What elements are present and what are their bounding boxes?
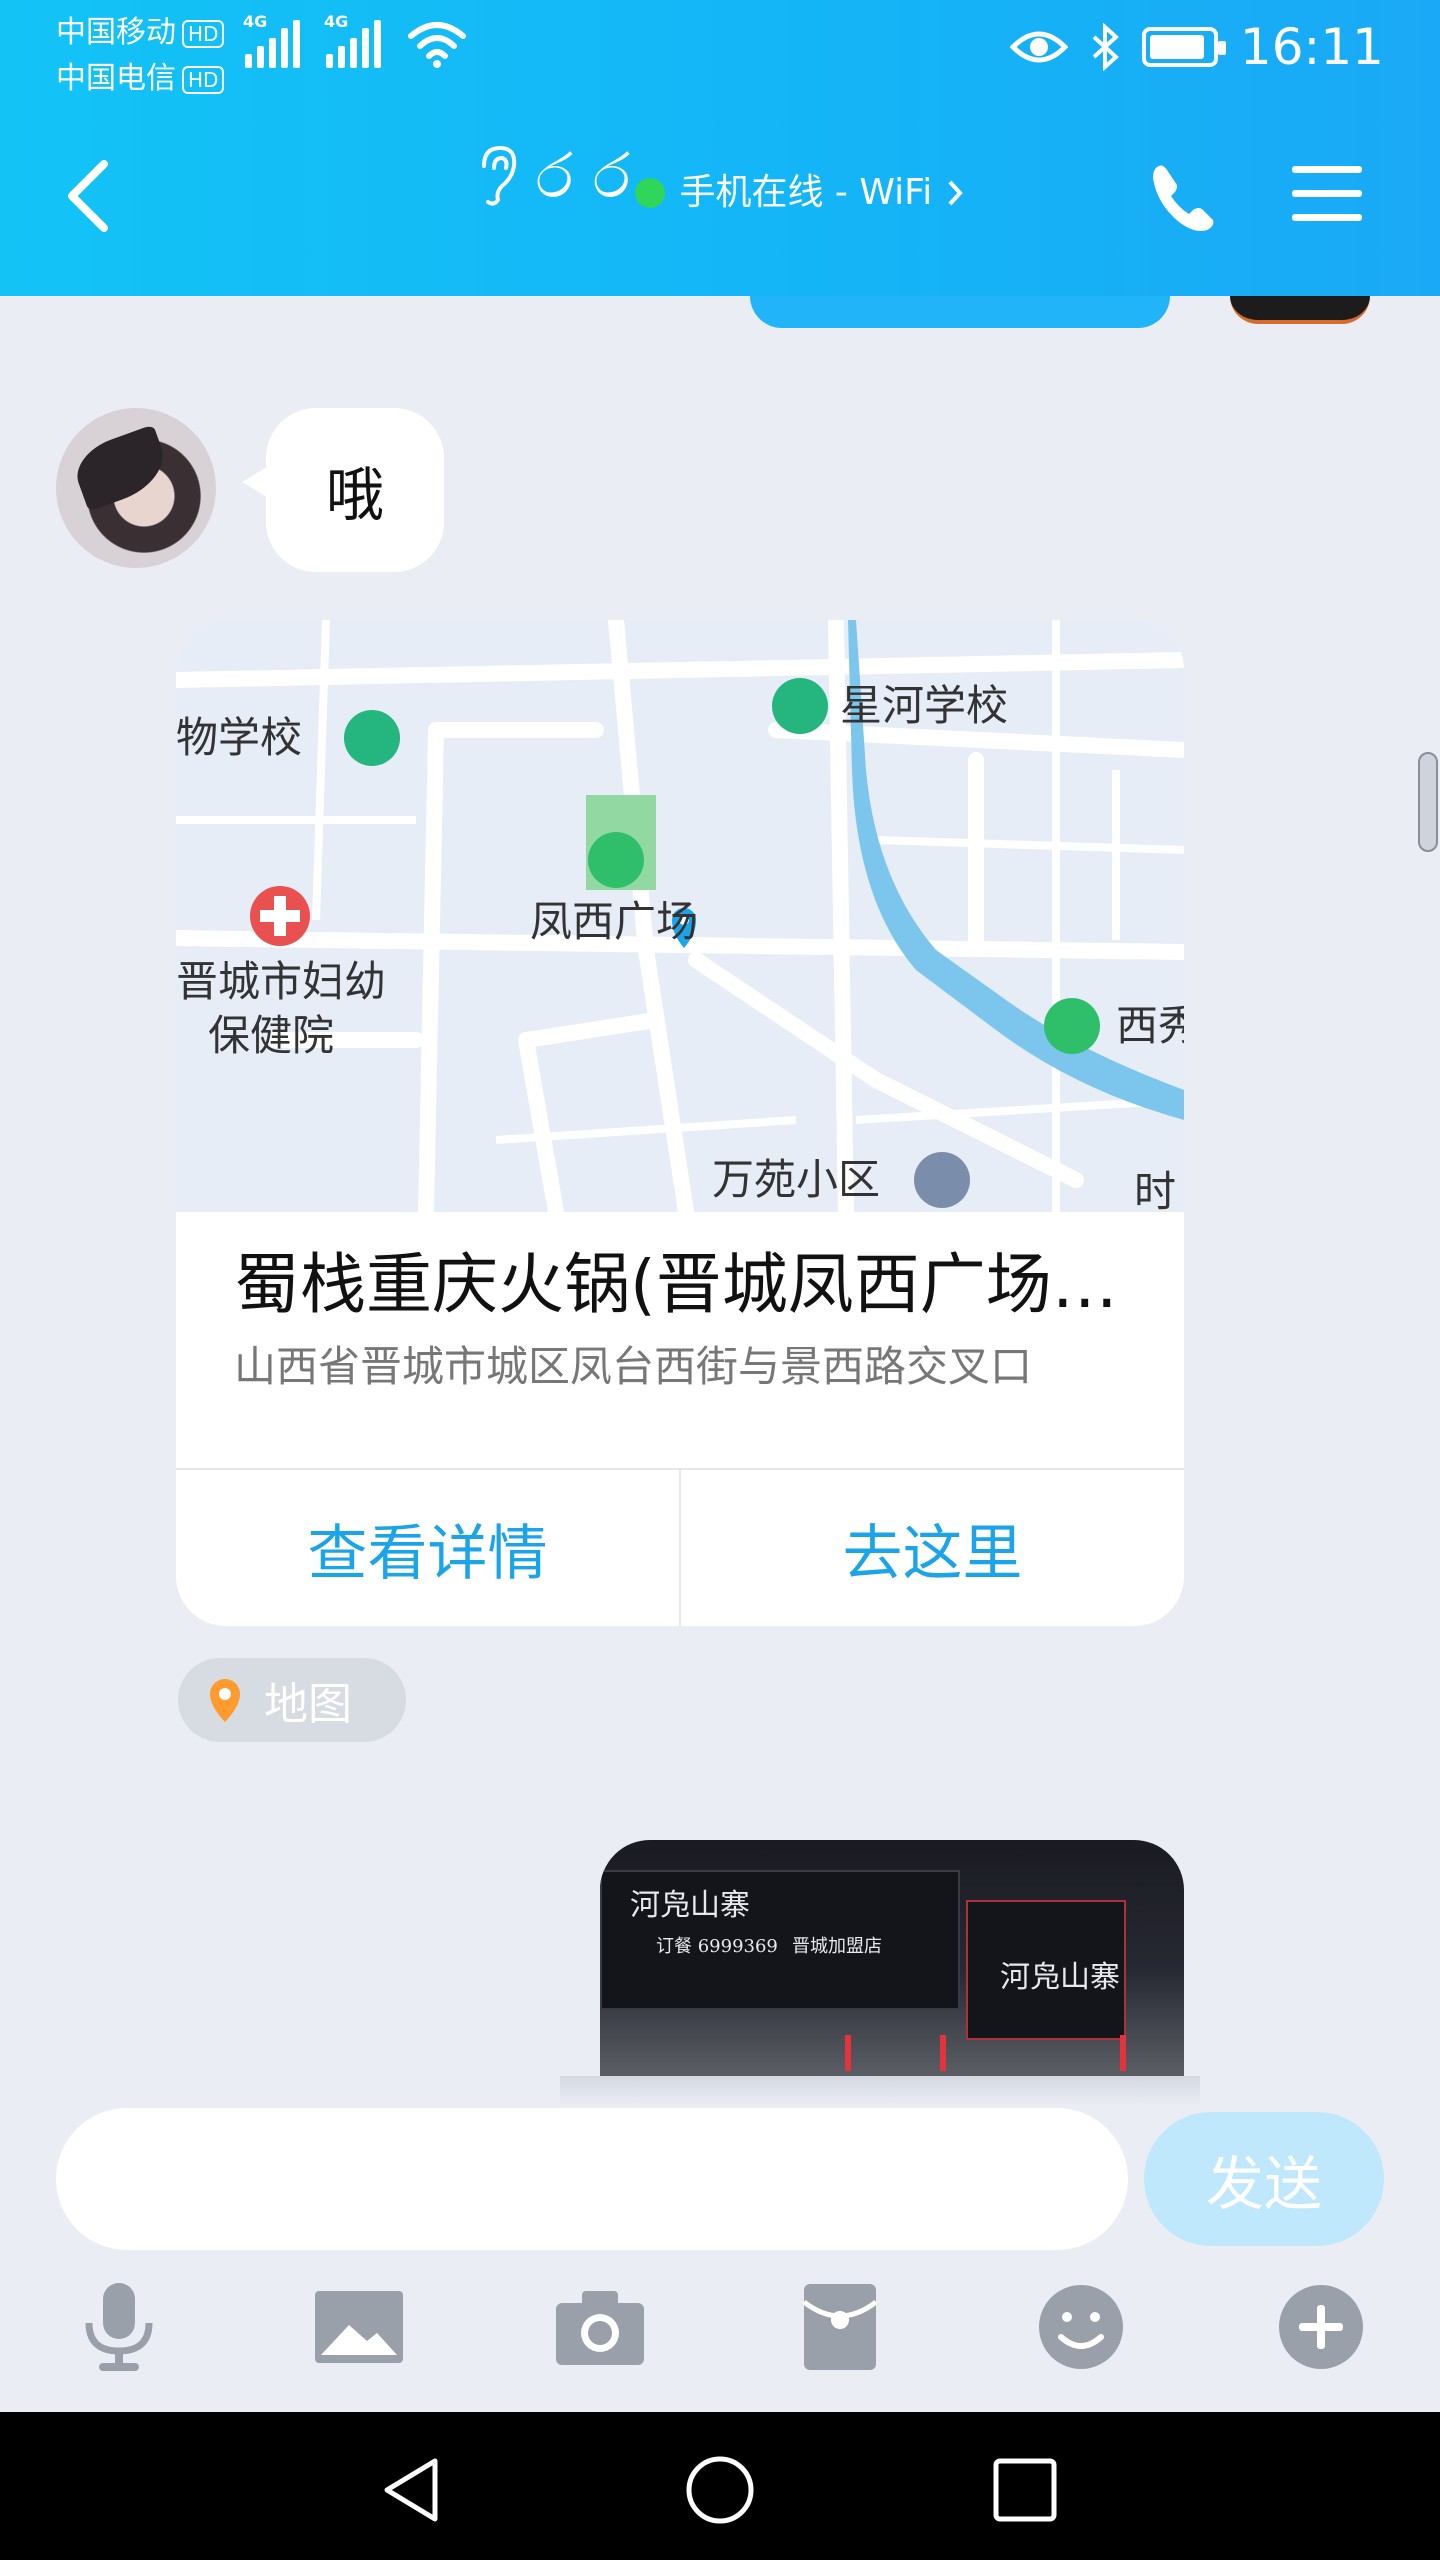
image-icon[interactable]: [304, 2272, 414, 2382]
hd-badge: HD: [182, 19, 225, 48]
hd-badge: HD: [182, 65, 225, 94]
nav-home-icon[interactable]: [670, 2440, 770, 2540]
message-text: 哦: [326, 461, 385, 529]
online-status-text: 手机在线 - WiFi: [679, 172, 933, 213]
contact-title[interactable]: ර ර: [476, 136, 631, 216]
nav-back-icon[interactable]: [362, 2440, 462, 2540]
contact-avatar[interactable]: [56, 408, 216, 568]
carrier-info: 中国移动 HD 中国电信 HD: [56, 10, 225, 102]
list-fade: [560, 2076, 1200, 2106]
map-tag-label: 地图: [264, 1679, 352, 1730]
location-actions: 查看详情 去这里: [176, 1468, 1184, 1626]
map-preview[interactable]: 物学校 星河学校 凤西广场 晋城市妇幼 保健院 西秀 万苑小区 时: [176, 620, 1184, 1212]
battery-icon: [1141, 27, 1226, 67]
map-label-school1: 物学校: [176, 713, 302, 762]
location-pin-icon: [210, 1679, 240, 1722]
network-type: 4G: [243, 12, 268, 31]
map-label-hospital: 晋城市妇幼: [176, 957, 386, 1006]
location-title: 蜀栈重庆火锅(晋城凤西广场店): [234, 1246, 1134, 1323]
photo-sign-branch: 晋城加盟店: [792, 1936, 882, 1957]
navigate-button[interactable]: 去这里: [679, 1470, 1184, 1626]
photo-message[interactable]: 河凫山寨 订餐 6999369 晋城加盟店 河凫山寨: [600, 1840, 1184, 2076]
map-label-school2: 星河学校: [840, 681, 1008, 730]
message-bubble[interactable]: 哦: [241, 408, 445, 572]
phone-icon[interactable]: [1145, 158, 1225, 238]
location-address: 山西省晋城市城区凤台西街与景西路交叉口: [234, 1342, 1033, 1391]
view-details-button[interactable]: 查看详情: [176, 1470, 679, 1626]
light-strip: [940, 2035, 946, 2071]
wifi-icon: [408, 22, 466, 68]
map-label-edge: 时: [1134, 1167, 1176, 1212]
status-right: 16:11: [1009, 18, 1384, 76]
menu-icon[interactable]: [1290, 162, 1364, 226]
signal-icon: 4G: [324, 12, 381, 68]
red-packet-icon[interactable]: [785, 2272, 895, 2382]
clock: 16:11: [1239, 18, 1384, 76]
network-type: 4G: [324, 12, 349, 31]
signal-icon: 4G: [243, 12, 300, 68]
send-button[interactable]: 发送: [1144, 2112, 1384, 2246]
map-label-park: 西秀: [1116, 1001, 1184, 1050]
ear-icon: [481, 145, 516, 206]
camera-icon[interactable]: [545, 2272, 655, 2382]
bluetooth-icon: [1092, 23, 1119, 71]
map-source-tag[interactable]: 地图: [178, 1658, 406, 1742]
emoji-icon[interactable]: [1026, 2272, 1136, 2382]
system-nav-bar: [0, 2412, 1440, 2560]
photo-sign-name-2: 河凫山寨: [1000, 1960, 1120, 1995]
photo-sign-name: 河凫山寨: [630, 1888, 750, 1923]
location-card[interactable]: 物学校 星河学校 凤西广场 晋城市妇幼 保健院 西秀 万苑小区 时 蜀栈重庆火锅…: [176, 620, 1184, 1626]
eye-icon: [1009, 31, 1068, 63]
light-strip: [845, 2035, 851, 2071]
photo-sign-phone: 订餐 6999369: [656, 1936, 778, 1957]
nav-recents-icon[interactable]: [975, 2440, 1075, 2540]
chat-header: 中国移动 HD 中国电信 HD 4G 4G 16:11 ර ර 手机在线 - W…: [0, 0, 1440, 296]
microphone-icon[interactable]: [64, 2272, 174, 2382]
online-dot: [635, 178, 666, 208]
previous-message-bubble[interactable]: [750, 296, 1170, 328]
signal-indicators: 4G 4G: [243, 12, 467, 68]
scrollbar-thumb[interactable]: [1418, 752, 1438, 852]
map-label-hospital-2: 保健院: [208, 1011, 334, 1060]
my-avatar[interactable]: [1230, 296, 1370, 324]
contact-name: ර ර: [535, 139, 631, 212]
carrier2: 中国电信: [56, 61, 176, 96]
map-label-square: 凤西广场: [530, 897, 698, 946]
light-strip: [1120, 2035, 1126, 2071]
chevron-right-icon: [948, 180, 963, 206]
plus-icon[interactable]: [1266, 2272, 1376, 2382]
map-label-residential: 万苑小区: [712, 1155, 880, 1204]
message-input[interactable]: [56, 2108, 1128, 2250]
carrier1: 中国移动: [56, 15, 176, 50]
input-toolbar: [0, 2272, 1440, 2412]
online-status[interactable]: 手机在线 - WiFi: [635, 167, 964, 219]
